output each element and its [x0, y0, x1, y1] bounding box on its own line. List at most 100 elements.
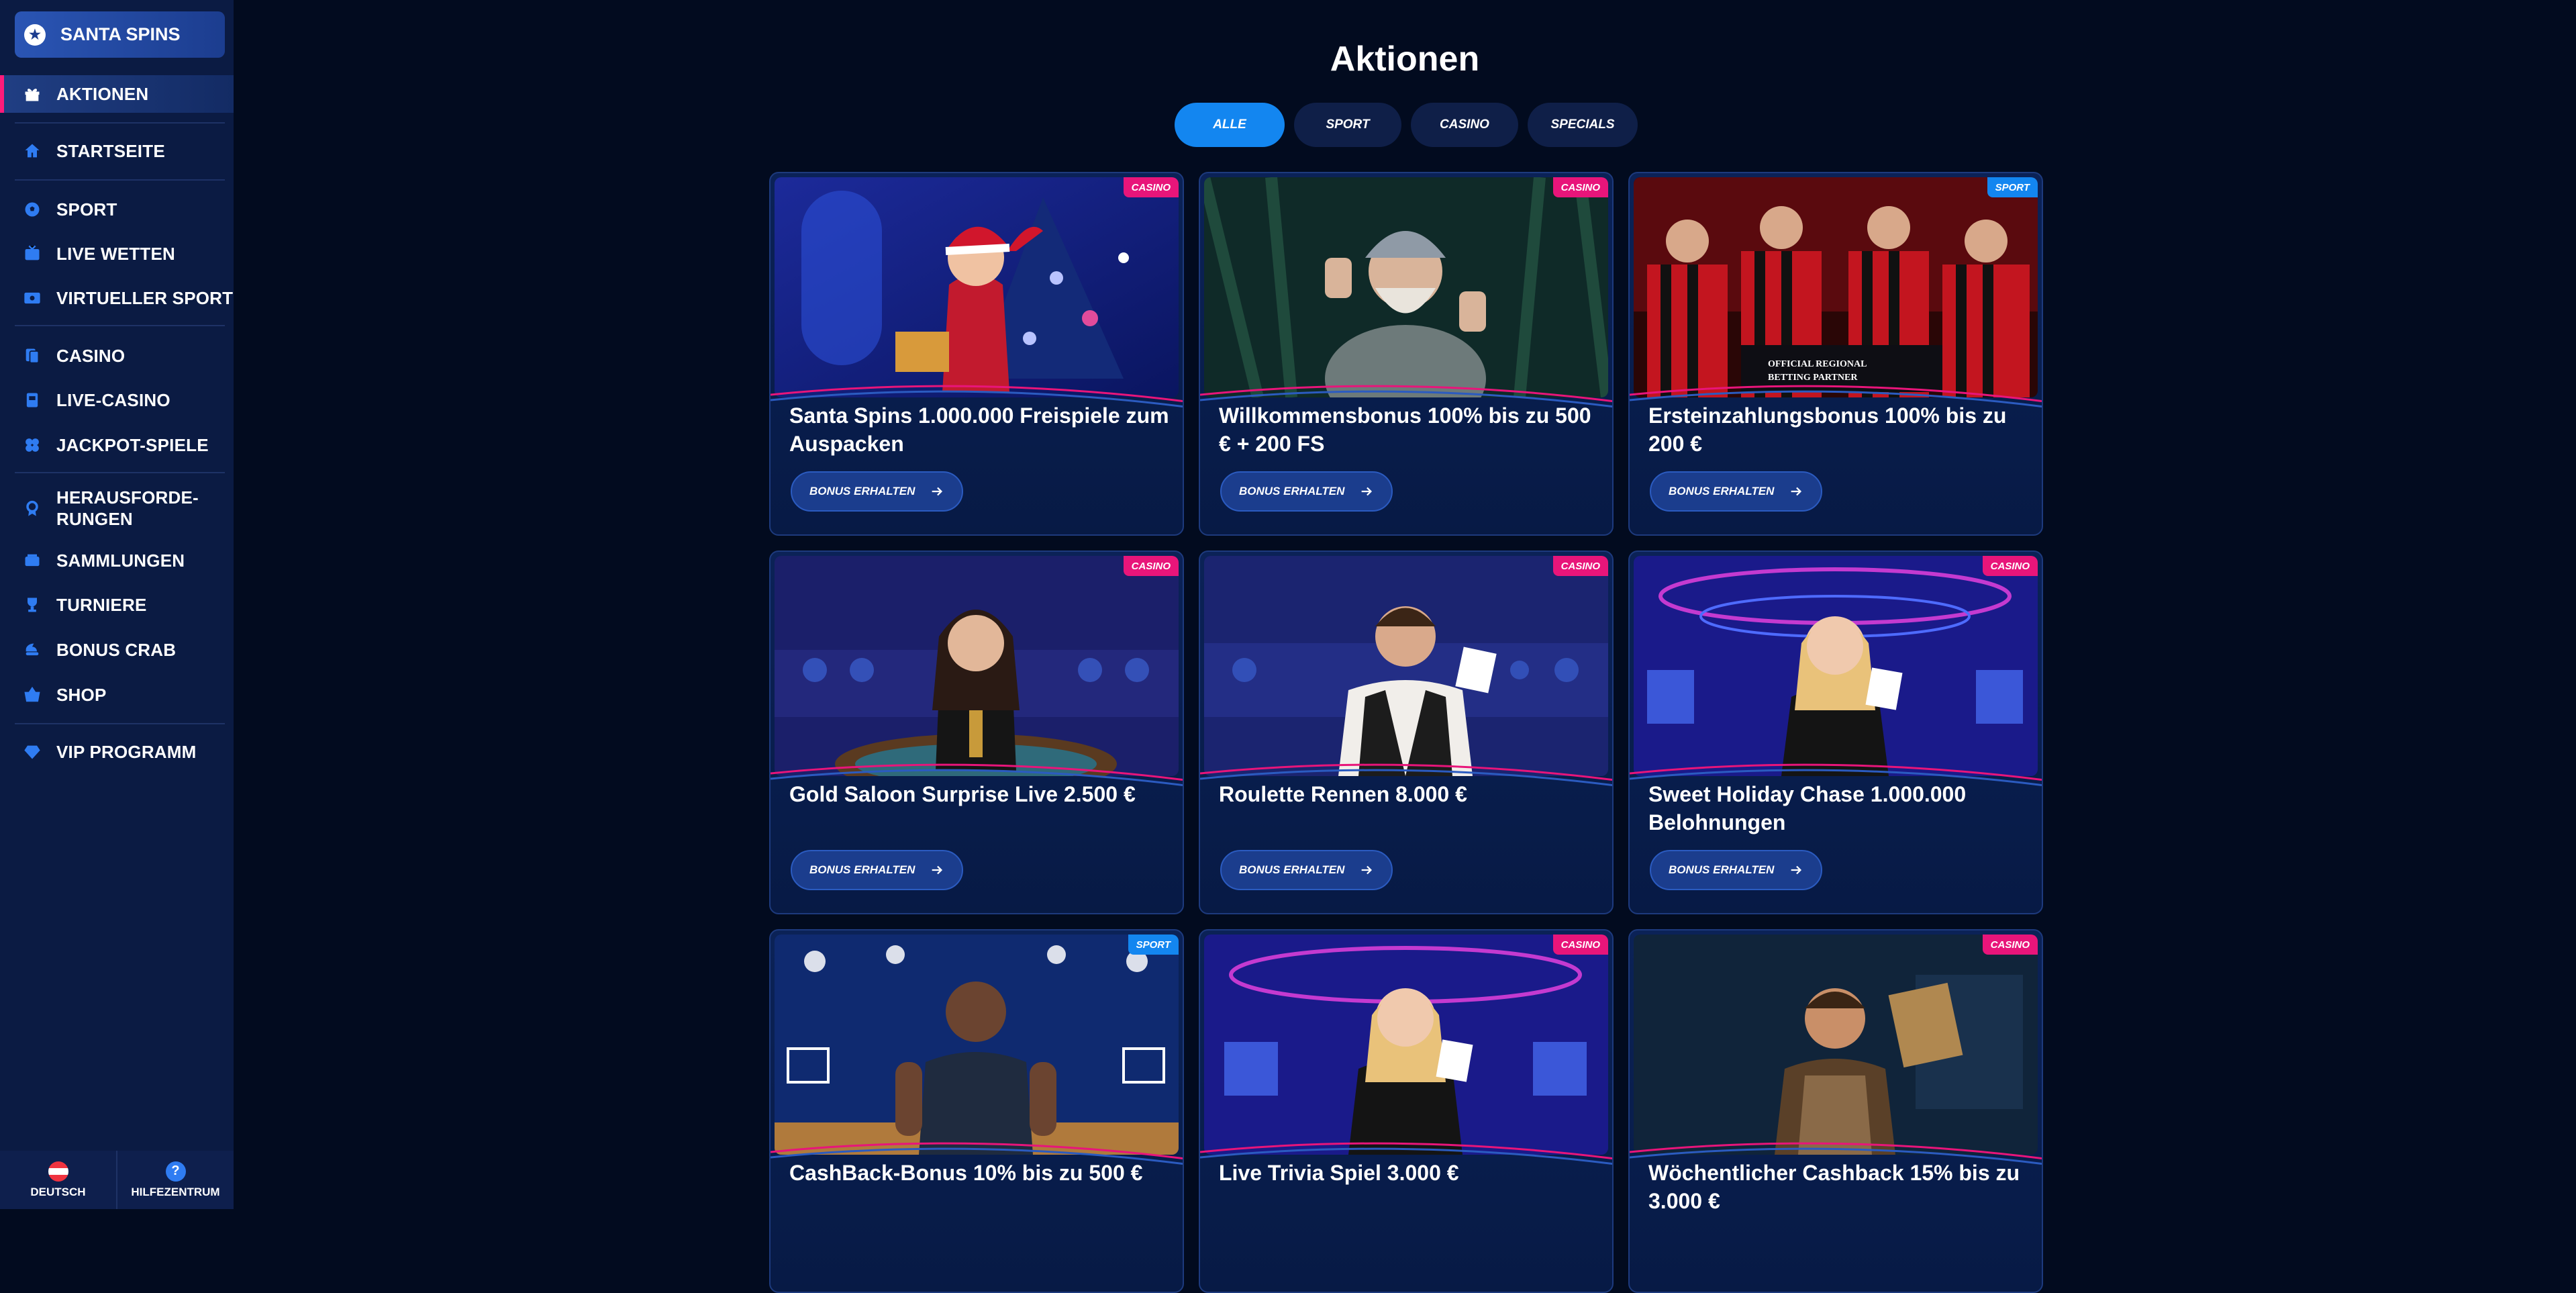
home-icon: [23, 142, 42, 160]
bonus-button-label: BONUS ERHALTEN: [1669, 485, 1775, 497]
arrow-right-icon: [1791, 865, 1802, 875]
sidebar-item-herausforderungen[interactable]: HERAUSFORDE-RUNGEN: [0, 481, 234, 535]
sidebar-footer: DEUTSCH ? HILFEZENTRUM: [0, 1151, 234, 1209]
promo-image-basketball: [775, 935, 1179, 1155]
divider: [15, 179, 225, 181]
gift-icon: [23, 85, 42, 103]
sidebar-item-label: SHOP: [56, 684, 107, 705]
tab-casino[interactable]: CASINO: [1411, 103, 1518, 147]
sidebar-item-turniere[interactable]: TURNIERE: [0, 586, 234, 624]
sidebar-item-vip-programm[interactable]: VIP PROGRAMM: [0, 733, 234, 771]
sidebar-item-live-wetten[interactable]: LIVE WETTEN: [0, 235, 234, 273]
divider: [15, 472, 225, 473]
promo-image-roulette-dealer: [1204, 556, 1608, 776]
sidebar-item-label: VIP PROGRAMM: [56, 741, 197, 762]
clover-icon: [23, 436, 42, 454]
promo-title: Live Trivia Spiel 3.000 €: [1219, 1161, 1459, 1185]
soccer-ball-icon: [23, 200, 42, 219]
help-label: HILFEZENTRUM: [131, 1185, 220, 1198]
category-badge: CASINO: [1982, 556, 2038, 576]
bonus-button[interactable]: BONUS ERHALTEN: [791, 850, 964, 890]
arrow-right-icon: [1362, 865, 1373, 875]
sidebar-item-casino[interactable]: CASINO: [0, 337, 234, 375]
promo-image-saloon: [775, 556, 1179, 776]
category-badge: CASINO: [1552, 935, 1608, 955]
austria-flag-icon: [48, 1161, 68, 1182]
promotion-card[interactable]: CASINO Willkommensbonus 100% bis zu 500 …: [1199, 172, 1614, 536]
bonus-button[interactable]: BONUS ERHALTEN: [1650, 850, 1823, 890]
promo-title: CashBack-Bonus 10% bis zu 500 €: [789, 1161, 1143, 1185]
promotion-card[interactable]: CASINO Santa Spins 1.000.000 Freispiele …: [769, 172, 1184, 536]
tab-alle[interactable]: ALLE: [1175, 103, 1285, 147]
sidebar-item-label: LIVE WETTEN: [56, 243, 175, 264]
slot-machine-icon: [23, 391, 42, 410]
tab-sport[interactable]: SPORT: [1294, 103, 1401, 147]
help-icon: ?: [165, 1161, 186, 1182]
filter-tabs: ALLE SPORT CASINO SPECIALS: [1175, 103, 1638, 147]
bonus-button-label: BONUS ERHALTEN: [1669, 863, 1775, 876]
category-badge: CASINO: [1552, 177, 1608, 197]
sidebar-item-jackpot-spiele[interactable]: JACKPOT-SPIELE: [0, 426, 234, 464]
image-caption-line1: OFFICIAL REGIONAL: [1768, 359, 1867, 369]
sidebar-item-label: SPORT: [56, 199, 117, 220]
sidebar-item-label: JACKPOT-SPIELE: [56, 434, 209, 455]
divider: [15, 122, 225, 124]
sidebar-item-shop[interactable]: SHOP: [0, 676, 234, 714]
bonus-button-label: BONUS ERHALTEN: [1239, 485, 1345, 497]
promotion-card[interactable]: OFFICIAL REGIONAL BETTING PARTNER SPORT …: [1628, 172, 2043, 536]
help-center-button[interactable]: ? HILFEZENTRUM: [116, 1151, 234, 1209]
category-badge: CASINO: [1982, 935, 2038, 955]
promotion-card[interactable]: CASINO Roulette Rennen 8.000 € BONUS ERH…: [1199, 550, 1614, 914]
promo-image-adventurer: [1634, 935, 2038, 1155]
sidebar-item-label: LIVE-CASINO: [56, 389, 170, 410]
sidebar-item-label: VIRTUELLER SPORT: [56, 287, 234, 308]
promo-image-explorer: [1204, 177, 1608, 397]
promo-title: Gold Saloon Surprise Live 2.500 €: [789, 782, 1136, 806]
category-badge: SPORT: [1987, 177, 2038, 197]
promo-title: Willkommensbonus 100% bis zu 500 € + 200…: [1219, 403, 1591, 456]
sidebar-item-label: STARTSEITE: [56, 140, 165, 161]
bonus-button[interactable]: BONUS ERHALTEN: [791, 471, 964, 512]
bonus-button-label: BONUS ERHALTEN: [809, 485, 915, 497]
sidebar-item-sport[interactable]: SPORT: [0, 191, 234, 228]
promotion-card[interactable]: CASINO Wöchentlicher Cashback 15% bis zu…: [1628, 929, 2043, 1293]
virtual-sport-icon: [23, 289, 42, 307]
bonus-button[interactable]: BONUS ERHALTEN: [1650, 471, 1823, 512]
main-content: Aktionen ALLE SPORT CASINO SPECIALS CASI…: [234, 0, 2576, 1293]
page-title: Aktionen: [1330, 40, 1480, 79]
arrow-right-icon: [1791, 487, 1802, 496]
promotion-card[interactable]: CASINO Gold Saloon Surprise Live 2.500 €…: [769, 550, 1184, 914]
promotion-card[interactable]: CASINO Live Trivia Spiel 3.000 €: [1199, 929, 1614, 1293]
promo-image-football: OFFICIAL REGIONAL BETTING PARTNER: [1634, 177, 2038, 397]
sidebar-item-live-casino[interactable]: LIVE-CASINO: [0, 381, 234, 419]
sidebar-item-label: TURNIERE: [56, 594, 147, 615]
bonus-button-label: BONUS ERHALTEN: [809, 863, 915, 876]
arrow-right-icon: [1362, 487, 1373, 496]
promo-title: Santa Spins 1.000.000 Freispiele zum Aus…: [789, 403, 1169, 456]
bonus-button[interactable]: BONUS ERHALTEN: [1220, 471, 1393, 512]
sidebar-item-bonus-crab[interactable]: BONUS CRAB: [0, 631, 234, 669]
divider: [15, 325, 225, 326]
promo-title: Ersteinzahlungsbonus 100% bis zu 200 €: [1648, 403, 2007, 456]
sidebar-item-label: BONUS CRAB: [56, 639, 177, 660]
sidebar-item-sammlungen[interactable]: SAMMLUNGEN: [0, 542, 234, 579]
bonus-button[interactable]: BONUS ERHALTEN: [1220, 850, 1393, 890]
language-selector[interactable]: DEUTSCH: [0, 1151, 116, 1209]
santa-spins-promo-button[interactable]: ★ SANTA SPINS: [15, 11, 225, 58]
promo-image-holiday-dealer: [1634, 556, 2038, 776]
category-badge: CASINO: [1123, 177, 1179, 197]
sidebar-item-virtueller-sport[interactable]: VIRTUELLER SPORT: [0, 279, 234, 317]
sidebar-item-aktionen[interactable]: AKTIONEN: [0, 75, 234, 113]
category-badge: CASINO: [1552, 556, 1608, 576]
promo-title: Wöchentlicher Cashback 15% bis zu 3.000 …: [1648, 1161, 2020, 1213]
tab-specials[interactable]: SPECIALS: [1528, 103, 1638, 147]
promotion-card[interactable]: CASINO Sweet Holiday Chase 1.000.000 Bel…: [1628, 550, 2043, 914]
sidebar-item-label: SAMMLUNGEN: [56, 550, 185, 571]
sidebar-item-label: AKTIONEN: [56, 83, 149, 104]
language-label: DEUTSCH: [30, 1185, 86, 1198]
sidebar-item-startseite[interactable]: STARTSEITE: [0, 132, 234, 170]
trophy-icon: [23, 595, 42, 614]
category-badge: CASINO: [1123, 556, 1179, 576]
diamond-icon: [23, 743, 42, 761]
promotion-card[interactable]: SPORT CashBack-Bonus 10% bis zu 500 €: [769, 929, 1184, 1293]
